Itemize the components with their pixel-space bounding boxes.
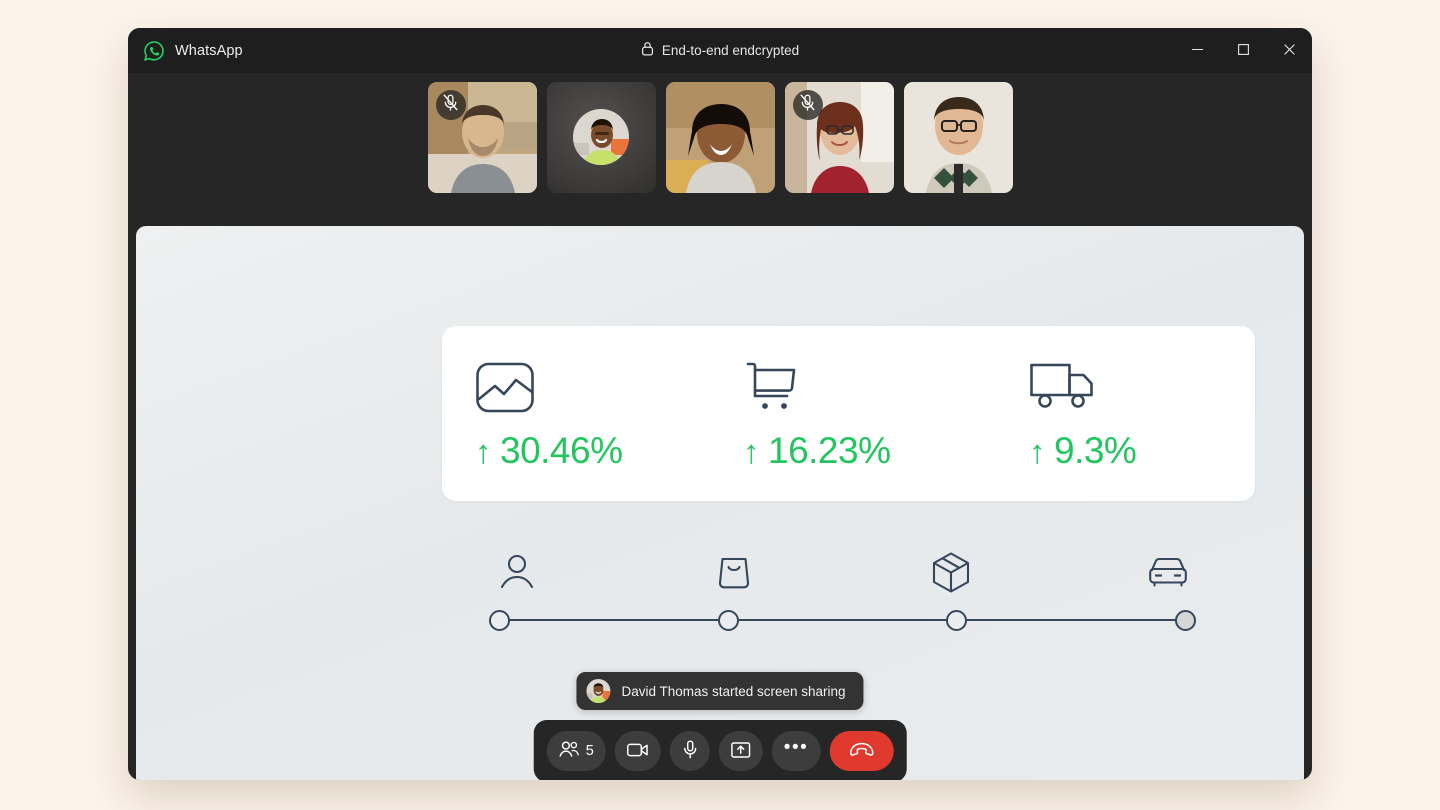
window-controls	[1174, 28, 1312, 73]
stepper-dot[interactable]	[489, 609, 510, 631]
mic-off-icon	[443, 94, 458, 116]
stepper-dot[interactable]	[1174, 609, 1196, 631]
package-box-icon	[923, 551, 979, 593]
more-dots-icon: •••	[783, 736, 809, 758]
more-options-button[interactable]: •••	[771, 731, 821, 771]
delivery-truck-icon	[1029, 356, 1101, 416]
kpi-value-row: ↑ 9.3%	[1029, 429, 1137, 472]
share-screen-button[interactable]	[718, 731, 763, 771]
encryption-indicator: End-to-end endcrypted	[128, 41, 1312, 61]
kpi-value: 30.46%	[500, 429, 623, 471]
trend-up-arrow-icon: ↑	[475, 432, 492, 470]
avatar	[573, 109, 629, 165]
window-titlebar: WhatsApp End-to-end endcrypted	[128, 28, 1312, 73]
trend-up-arrow-icon: ↑	[743, 432, 760, 470]
kpi-item: ↑ 9.3%	[969, 356, 1255, 472]
kpi-value: 16.23%	[768, 429, 891, 471]
participant-tile[interactable]	[903, 81, 1013, 193]
shared-screen-stage: ↑ 30.46% ↑ 16.23% ↑ 9.3% David Thomas st…	[136, 226, 1304, 780]
maximize-button[interactable]	[1220, 28, 1266, 73]
participant-tile[interactable]	[784, 81, 894, 193]
hangup-phone-icon	[848, 742, 874, 760]
call-controls-bar: 5 •••	[533, 720, 907, 780]
car-icon	[1140, 555, 1196, 589]
kpi-value-row: ↑ 30.46%	[475, 430, 623, 472]
kpi-value-row: ↑ 16.23%	[743, 430, 891, 472]
kpi-item: ↑ 30.46%	[442, 356, 701, 472]
stepper-dot[interactable]	[946, 609, 968, 631]
close-button[interactable]	[1266, 28, 1312, 73]
participant-video	[665, 81, 775, 193]
app-title: WhatsApp	[175, 42, 243, 59]
stepper-dot[interactable]	[717, 609, 739, 631]
participant-filmstrip	[128, 73, 1312, 201]
avatar	[586, 679, 611, 703]
participant-tile[interactable]	[546, 81, 656, 193]
shopping-bag-icon	[706, 553, 762, 591]
participants-button[interactable]: 5	[546, 731, 606, 771]
share-screen-icon	[731, 741, 751, 762]
stepper-icons	[489, 548, 1196, 596]
video-camera-icon	[627, 742, 649, 761]
maximize-icon	[1237, 43, 1250, 59]
lock-icon	[641, 41, 654, 61]
screen-share-toast: David Thomas started screen sharing	[576, 672, 864, 710]
app-brand: WhatsApp	[128, 40, 243, 62]
participant-tile[interactable]	[427, 81, 537, 193]
chart-image-icon	[475, 356, 535, 416]
mic-off-icon	[800, 94, 815, 116]
minimize-button[interactable]	[1174, 28, 1220, 73]
people-icon	[559, 741, 580, 761]
kpi-item: ↑ 16.23%	[701, 356, 969, 472]
encryption-label: End-to-end endcrypted	[661, 43, 800, 58]
person-icon	[489, 553, 545, 591]
microphone-button[interactable]	[669, 731, 710, 771]
close-icon	[1283, 43, 1296, 59]
order-progress-stepper	[489, 548, 1196, 638]
minimize-icon	[1191, 43, 1204, 59]
stepper-dots	[489, 606, 1196, 634]
mic-off-badge	[792, 89, 823, 120]
whatsapp-call-window: WhatsApp End-to-end endcrypted ↑ 30.46% …	[128, 28, 1312, 780]
camera-button[interactable]	[614, 731, 661, 771]
participant-tile[interactable]	[665, 81, 775, 193]
participant-video	[903, 81, 1013, 193]
end-call-button[interactable]	[829, 731, 894, 771]
toast-message: David Thomas started screen sharing	[621, 683, 846, 699]
participants-count: 5	[585, 742, 594, 759]
microphone-icon	[682, 740, 697, 762]
kpi-value: 9.3%	[1054, 429, 1137, 471]
whatsapp-logo-icon	[143, 40, 165, 62]
kpi-card: ↑ 30.46% ↑ 16.23% ↑ 9.3%	[442, 326, 1255, 501]
trend-up-arrow-icon: ↑	[1029, 432, 1046, 470]
shopping-cart-icon	[743, 356, 803, 416]
mic-off-badge	[435, 89, 466, 120]
